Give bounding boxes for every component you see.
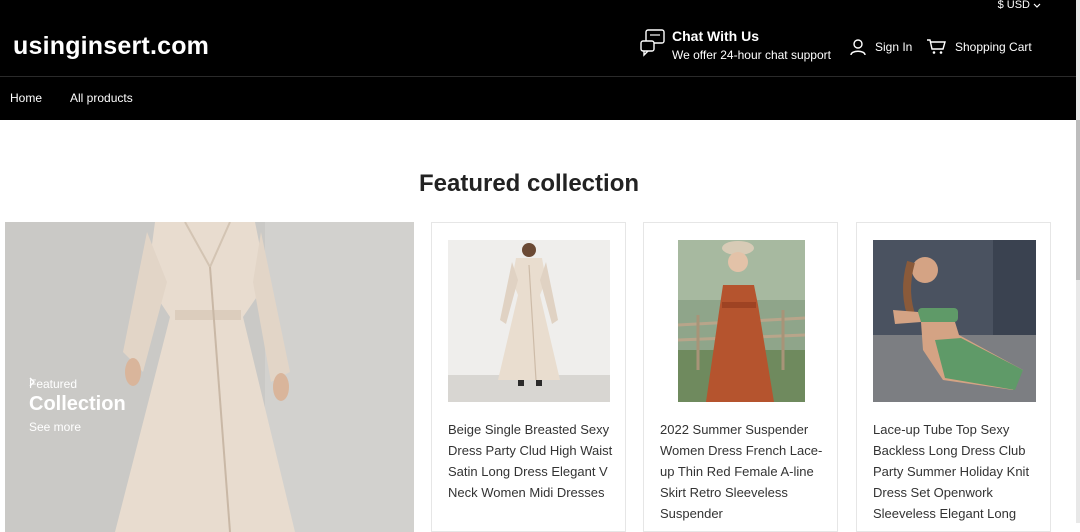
product-image (448, 240, 610, 402)
sign-in-link[interactable]: Sign In (849, 38, 912, 56)
main-nav: Home All products (0, 77, 1076, 120)
product-image (873, 240, 1036, 402)
chat-icon (640, 29, 665, 57)
featured-hero-banner[interactable]: Featured Collection See more (5, 222, 414, 532)
site-logo[interactable]: usinginsert.com (13, 32, 209, 61)
chevron-right-icon (29, 377, 35, 387)
product-card[interactable]: 2022 Summer Suspender Women Dress French… (643, 222, 838, 532)
chat-widget[interactable]: Chat With Us We offer 24-hour chat suppo… (640, 28, 831, 63)
currency-label: $ USD (997, 0, 1030, 11)
product-image (678, 240, 805, 402)
hero-eyebrow: Featured (29, 377, 78, 391)
shopping-cart-label: Shopping Cart (955, 39, 1032, 54)
top-bar: $ USD (0, 0, 1076, 18)
user-icon (850, 39, 866, 56)
section-title: Featured collection (418, 170, 640, 197)
scrollbar-thumb[interactable] (1076, 120, 1080, 280)
hero-heading: Collection (29, 393, 126, 415)
product-title[interactable]: Beige Single Breasted Sexy Dress Party C… (448, 419, 618, 503)
see-more-label: See more (29, 420, 82, 434)
site-header: usinginsert.com Chat With Us We offer 24… (0, 18, 1076, 76)
chat-subtitle: We offer 24-hour chat support (672, 48, 831, 62)
currency-selector[interactable]: $ USD (998, 0, 1041, 11)
chevron-down-icon (1033, 3, 1041, 8)
hero-text: Featured Collection See more (29, 377, 126, 434)
product-title[interactable]: Lace-up Tube Top Sexy Backless Long Dres… (873, 419, 1043, 524)
see-more-link[interactable]: See more (29, 377, 126, 434)
sign-in-label: Sign In (875, 40, 913, 54)
page-scrollbar[interactable] (1076, 0, 1080, 523)
nav-item-home[interactable]: Home (10, 91, 42, 105)
product-title[interactable]: 2022 Summer Suspender Women Dress French… (660, 419, 830, 524)
product-card[interactable]: Beige Single Breasted Sexy Dress Party C… (431, 222, 626, 532)
product-card[interactable]: Lace-up Tube Top Sexy Backless Long Dres… (856, 222, 1051, 532)
shopping-cart-link[interactable]: Shopping Cart (926, 38, 1032, 55)
chat-title: Chat With Us (672, 28, 759, 44)
cart-icon (927, 39, 946, 54)
nav-item-all-products[interactable]: All products (70, 91, 133, 105)
